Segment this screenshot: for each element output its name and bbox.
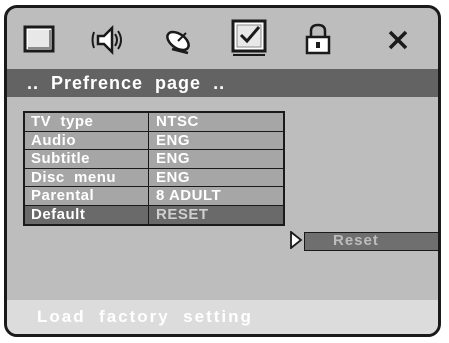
menu-row-label: Disc menu [31,168,117,186]
column-divider [148,187,149,205]
menu-row-audio[interactable]: Audio ENG [25,131,283,150]
osd-panel: .. Prefrence page .. TV type NTSC Audio … [4,5,441,337]
column-divider [148,168,149,186]
menu-row-disc-menu[interactable]: Disc menu ENG [25,168,283,187]
menu-row-value: ENG [156,150,191,167]
menu-row-value: ENG [156,131,191,149]
menu-row-value: NTSC [156,113,199,130]
reset-option-button[interactable]: Reset [304,232,438,251]
settings-menu: TV type NTSC Audio ENG Subtitle ENG Disc… [23,111,285,226]
menu-row-label: TV type [31,113,94,130]
menu-row-value: 8 ADULT [156,187,222,204]
page-title: .. Prefrence page .. [27,73,226,93]
menu-row-label: Default [31,205,86,223]
submenu-arrow-icon [289,231,303,249]
menu-row-value: RESET [156,205,209,223]
close-icon[interactable] [377,19,419,61]
menu-row-subtitle[interactable]: Subtitle ENG [25,150,283,169]
checkbox-icon[interactable] [226,14,272,60]
speaker-icon[interactable] [88,19,130,61]
menu-row-parental[interactable]: Parental 8 ADULT [25,187,283,206]
padlock-icon[interactable] [298,19,340,61]
menu-row-label: Parental [31,187,95,204]
page-title-bar: .. Prefrence page .. [7,69,438,97]
help-text: Load factory setting [37,307,253,326]
icon-toolbar [7,8,438,69]
column-divider [148,113,149,131]
monitor-icon[interactable] [19,19,61,61]
menu-row-tv-type[interactable]: TV type NTSC [25,113,283,132]
column-divider [148,131,149,149]
help-bar: Load factory setting [7,300,438,334]
menu-row-label: Subtitle [31,150,90,167]
column-divider [148,205,149,224]
menu-row-default[interactable]: Default RESET [25,205,283,224]
satellite-dish-icon[interactable] [158,19,200,61]
column-divider [148,150,149,168]
menu-row-value: ENG [156,168,191,186]
menu-row-label: Audio [31,131,76,149]
